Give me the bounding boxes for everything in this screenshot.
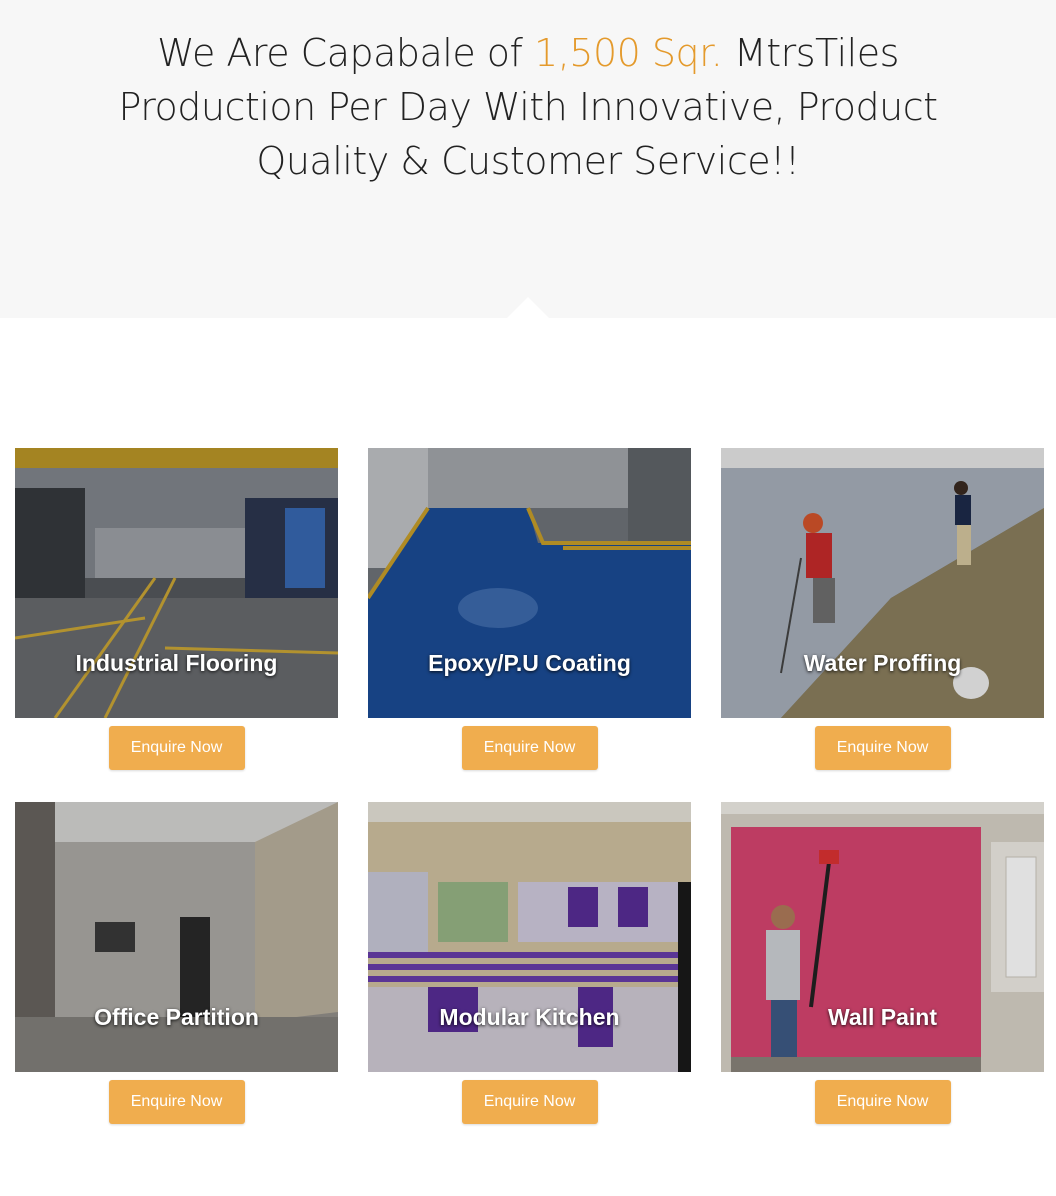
service-title: Epoxy/P.U Coating <box>428 650 631 676</box>
enquire-now-button[interactable]: Enquire Now <box>814 1080 951 1124</box>
kitchen-image <box>368 802 691 1072</box>
wall-paint-image <box>721 802 1044 1072</box>
service-title: Wall Paint <box>827 1004 938 1030</box>
enquire-now-button[interactable]: Enquire Now <box>108 1080 245 1124</box>
service-image-industrial-flooring[interactable]: Industrial Flooring <box>15 448 338 718</box>
headline-accent: 1,500 Sqr. <box>534 31 723 75</box>
factory-floor-image <box>15 448 338 718</box>
service-card-industrial-flooring: Industrial Flooring Enquire Now <box>15 448 338 770</box>
hero-pointer-arrow <box>506 297 550 319</box>
enquire-now-button[interactable]: Enquire Now <box>461 726 598 770</box>
service-card-wall-paint: Wall Paint Enquire Now <box>721 802 1044 1124</box>
headline-line1-post: MtrsTiles <box>722 31 899 75</box>
service-title: Office Partition <box>94 1004 259 1030</box>
service-title: Industrial Flooring <box>75 650 278 676</box>
service-image-epoxy-coating[interactable]: Epoxy/P.U Coating <box>368 448 691 718</box>
headline-line1-pre: We Are Capabale of <box>157 31 535 75</box>
service-card-office-partition: Office Partition Enquire Now <box>15 802 338 1124</box>
waterproofing-roof-image <box>721 448 1044 718</box>
enquire-now-button[interactable]: Enquire Now <box>108 726 245 770</box>
service-image-office-partition[interactable]: Office Partition <box>15 802 338 1072</box>
service-image-wall-paint[interactable]: Wall Paint <box>721 802 1044 1072</box>
service-card-water-proofing: Water Proffing Enquire Now <box>721 448 1044 770</box>
service-title: Water Proffing <box>803 650 962 676</box>
partition-wall-image <box>15 802 338 1072</box>
hero-banner: We Are Capabale of 1,500 Sqr. MtrsTiles … <box>0 0 1056 319</box>
service-card-modular-kitchen: Modular Kitchen Enquire Now <box>368 802 691 1124</box>
service-image-water-proofing[interactable]: Water Proffing <box>721 448 1044 718</box>
service-image-modular-kitchen[interactable]: Modular Kitchen <box>368 802 691 1072</box>
enquire-now-button[interactable]: Enquire Now <box>461 1080 598 1124</box>
epoxy-floor-image <box>368 448 691 718</box>
headline-line3: Quality & Customer Service!! <box>256 139 800 183</box>
hero-headline: We Are Capabale of 1,500 Sqr. MtrsTiles … <box>80 26 976 188</box>
enquire-now-button[interactable]: Enquire Now <box>814 726 951 770</box>
service-title: Modular Kitchen <box>439 1004 620 1030</box>
headline-line2: Production Per Day With Innovative, Prod… <box>118 85 938 129</box>
service-card-epoxy-coating: Epoxy/P.U Coating Enquire Now <box>368 448 691 770</box>
